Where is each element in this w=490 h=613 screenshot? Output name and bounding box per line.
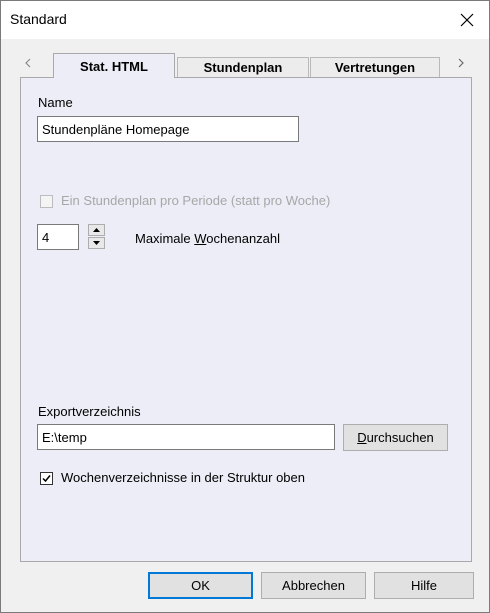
chevron-right-icon: [458, 58, 464, 68]
window-title: Standard: [10, 11, 67, 27]
title-bar: Standard: [1, 1, 489, 39]
tab-vertretungen[interactable]: Vertretungen: [310, 57, 440, 77]
tab-scroll-left-button[interactable]: [20, 55, 36, 71]
export-label: Exportverzeichnis: [38, 404, 141, 419]
period-checkbox[interactable]: [40, 195, 53, 208]
tab-bar: Stat. HTML Stundenplan Vertretungen: [20, 51, 472, 78]
ok-button[interactable]: OK: [148, 572, 253, 599]
close-icon: [460, 13, 474, 27]
close-button[interactable]: [445, 1, 489, 39]
name-label: Name: [38, 95, 73, 110]
browse-button[interactable]: Durchsuchen: [343, 424, 448, 451]
browse-button-label: Durchsuchen: [357, 430, 434, 445]
tab-label: Stundenplan: [203, 60, 283, 75]
checkmark-icon: [42, 475, 51, 483]
cancel-button[interactable]: Abbrechen: [261, 572, 366, 599]
weeks-label: Maximale Wochenanzahl: [135, 231, 281, 246]
spin-down-button[interactable]: [88, 237, 105, 249]
tab-label: Stat. HTML: [80, 58, 148, 74]
spin-up-button[interactable]: [88, 224, 105, 236]
export-path-field[interactable]: E:\temp: [37, 424, 335, 450]
weeks-spinner[interactable]: [88, 224, 105, 250]
tab-panel-stat-html: Name Stundenpläne Homepage Ein Stundenpl…: [20, 77, 472, 562]
dialog-window: Standard Stat. HTML Stundenplan Vertretu…: [0, 0, 490, 613]
name-field[interactable]: Stundenpläne Homepage: [37, 116, 299, 142]
arrow-up-icon: [93, 228, 100, 232]
arrow-down-icon: [93, 241, 100, 245]
structure-checkbox-label: Wochenverzeichnisse in der Struktur oben: [61, 470, 305, 485]
help-button[interactable]: Hilfe: [374, 572, 474, 599]
tab-stat-html[interactable]: Stat. HTML: [53, 53, 175, 78]
tab-scroll-right-button[interactable]: [453, 55, 469, 71]
period-checkbox-label: Ein Stundenplan pro Periode (statt pro W…: [61, 193, 331, 208]
tab-stundenplan[interactable]: Stundenplan: [177, 57, 309, 77]
structure-checkbox[interactable]: [40, 472, 53, 485]
chevron-left-icon: [25, 58, 31, 68]
tab-label: Vertretungen: [334, 60, 416, 75]
weeks-input[interactable]: 4: [37, 224, 79, 250]
